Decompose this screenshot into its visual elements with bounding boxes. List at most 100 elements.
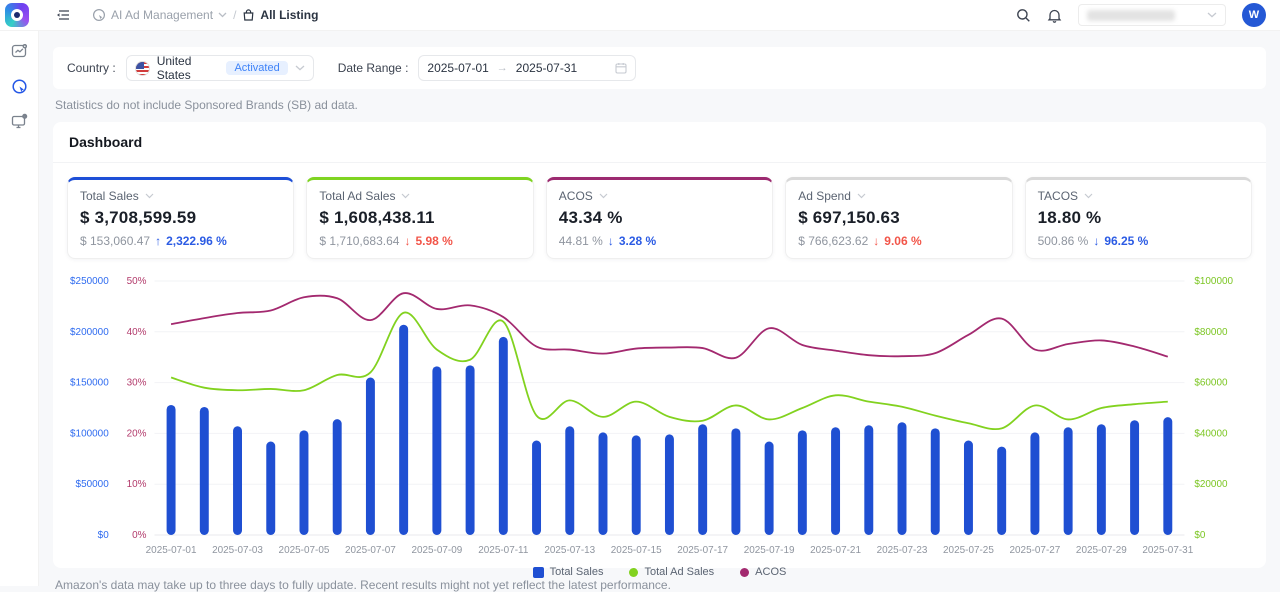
performance-chart[interactable]: $00%$0$5000010%$20000$10000020%$40000$15… xyxy=(63,271,1256,559)
svg-text:2025-07-17: 2025-07-17 xyxy=(677,545,728,556)
left-sidebar xyxy=(0,31,39,586)
metric-value: 18.80 % xyxy=(1038,208,1239,228)
chart-monitor-icon xyxy=(11,43,28,60)
sidebar-item-listing-manager[interactable] xyxy=(11,113,28,130)
metric-value: $ 1,608,438.11 xyxy=(319,208,520,228)
svg-text:0%: 0% xyxy=(132,530,147,541)
svg-text:$60000: $60000 xyxy=(1194,378,1228,389)
stat-card-total-sales: Total Sales $ 3,708,599.59 $ 153,060.47 … xyxy=(67,177,294,259)
notifications-bell-icon[interactable] xyxy=(1047,8,1062,23)
date-range-arrow: → xyxy=(497,62,508,74)
country-select[interactable]: United States Activated xyxy=(126,55,314,81)
svg-text:10%: 10% xyxy=(127,479,147,490)
stat-card-total-ad-sales: Total Ad Sales $ 1,608,438.11 $ 1,710,68… xyxy=(306,177,533,259)
date-range-picker[interactable]: 2025-07-01 → 2025-07-31 xyxy=(418,55,636,81)
svg-text:20%: 20% xyxy=(127,428,147,439)
date-range-label: Date Range : xyxy=(338,61,409,75)
stat-card-ad-spend: Ad Spend $ 697,150.63 $ 766,623.62 ↓ 9.0… xyxy=(785,177,1012,259)
svg-text:2025-07-01: 2025-07-01 xyxy=(146,545,197,556)
metric-value: $ 3,708,599.59 xyxy=(80,208,281,228)
trend-arrow-icon: ↓ xyxy=(404,234,410,248)
chevron-down-icon[interactable] xyxy=(857,193,866,199)
dashboard-panel: Dashboard Total Sales $ 3,708,599.59 $ 1… xyxy=(53,122,1266,568)
svg-text:2025-07-07: 2025-07-07 xyxy=(345,545,396,556)
svg-text:$0: $0 xyxy=(1194,530,1206,541)
bag-icon xyxy=(242,9,255,22)
date-end-input[interactable]: 2025-07-31 xyxy=(516,61,577,75)
legend-item-acos[interactable]: ACOS xyxy=(740,566,786,578)
metric-change-pct: 3.28 % xyxy=(619,234,656,248)
us-flag-icon xyxy=(135,61,150,76)
search-icon[interactable] xyxy=(1016,8,1031,23)
svg-text:$20000: $20000 xyxy=(1194,479,1228,490)
breadcrumb: AI Ad Management / All Listing xyxy=(92,8,318,22)
svg-text:2025-07-25: 2025-07-25 xyxy=(943,545,994,556)
bars-total-sales xyxy=(167,325,1173,535)
main-content: Country : United States Activated Date R… xyxy=(39,31,1280,586)
metric-label: TACOS xyxy=(1038,189,1078,203)
trend-arrow-icon: ↓ xyxy=(873,234,879,248)
metric-compare-value: $ 153,060.47 xyxy=(80,234,150,248)
page-title: Dashboard xyxy=(69,134,142,150)
svg-text:2025-07-11: 2025-07-11 xyxy=(478,545,529,556)
app-logo[interactable] xyxy=(5,3,29,27)
svg-text:30%: 30% xyxy=(127,378,147,389)
legend-label: Total Ad Sales xyxy=(644,566,714,578)
breadcrumb-app-label: AI Ad Management xyxy=(111,8,213,22)
metric-value: 43.34 % xyxy=(559,208,760,228)
metric-change-pct: 9.06 % xyxy=(884,234,921,248)
legend-square-marker xyxy=(533,567,544,578)
chevron-down-icon[interactable] xyxy=(599,193,608,199)
dashboard-title-row: Dashboard xyxy=(53,122,1266,163)
top-header: AI Ad Management / All Listing W xyxy=(0,0,1280,31)
line-total-ad-sales xyxy=(171,312,1168,429)
chevron-down-icon[interactable] xyxy=(401,193,410,199)
breadcrumb-separator: / xyxy=(233,8,236,22)
svg-text:2025-07-21: 2025-07-21 xyxy=(810,545,861,556)
chevron-down-icon[interactable] xyxy=(145,193,154,199)
monitor-gear-icon xyxy=(11,113,28,130)
chevron-down-icon[interactable] xyxy=(1084,193,1093,199)
sidebar-item-analytics[interactable] xyxy=(11,43,28,60)
metric-compare-value: $ 766,623.62 xyxy=(798,234,868,248)
date-start-input[interactable]: 2025-07-01 xyxy=(427,61,488,75)
legend-label: Total Sales xyxy=(550,566,604,578)
svg-text:2025-07-27: 2025-07-27 xyxy=(1009,545,1060,556)
user-avatar[interactable]: W xyxy=(1242,3,1266,27)
chevron-down-icon xyxy=(218,12,227,18)
svg-text:2025-07-13: 2025-07-13 xyxy=(544,545,595,556)
sidebar-collapse-icon[interactable] xyxy=(55,8,70,22)
trend-arrow-icon: ↓ xyxy=(608,234,614,248)
stat-card-tacos: TACOS 18.80 % 500.86 % ↓ 96.25 % xyxy=(1025,177,1252,259)
svg-text:$250000: $250000 xyxy=(70,276,109,287)
workspace-select[interactable] xyxy=(1078,4,1226,26)
chevron-down-icon xyxy=(1207,12,1217,18)
metric-change-pct: 2,322.96 % xyxy=(166,234,227,248)
svg-text:2025-07-03: 2025-07-03 xyxy=(212,545,263,556)
svg-text:$50000: $50000 xyxy=(76,479,110,490)
svg-text:$40000: $40000 xyxy=(1194,428,1228,439)
svg-text:2025-07-05: 2025-07-05 xyxy=(279,545,330,556)
sb-data-notice: Statistics do not include Sponsored Bran… xyxy=(53,89,1266,112)
breadcrumb-page-label: All Listing xyxy=(260,8,318,22)
svg-text:$200000: $200000 xyxy=(70,327,109,338)
svg-text:$80000: $80000 xyxy=(1194,327,1228,338)
target-icon xyxy=(11,78,28,95)
metric-label: Total Sales xyxy=(80,189,139,203)
svg-text:$100000: $100000 xyxy=(70,428,109,439)
stat-card-acos: ACOS 43.34 % 44.81 % ↓ 3.28 % xyxy=(546,177,773,259)
trend-arrow-icon: ↓ xyxy=(1093,234,1099,248)
legend-item-total-sales[interactable]: Total Sales xyxy=(533,566,604,578)
metric-change-pct: 5.98 % xyxy=(415,234,452,248)
metric-compare-value: 500.86 % xyxy=(1038,234,1089,248)
legend-dot-marker xyxy=(629,568,638,577)
svg-text:2025-07-15: 2025-07-15 xyxy=(611,545,662,556)
chevron-down-icon xyxy=(295,65,305,71)
legend-item-total-ad-sales[interactable]: Total Ad Sales xyxy=(629,566,714,578)
sidebar-item-ai-ad-management[interactable] xyxy=(11,78,28,95)
line-acos xyxy=(171,293,1168,358)
svg-text:$0: $0 xyxy=(98,530,110,541)
breadcrumb-app[interactable]: AI Ad Management xyxy=(92,8,227,22)
svg-text:40%: 40% xyxy=(127,327,147,338)
breadcrumb-page[interactable]: All Listing xyxy=(242,8,318,22)
